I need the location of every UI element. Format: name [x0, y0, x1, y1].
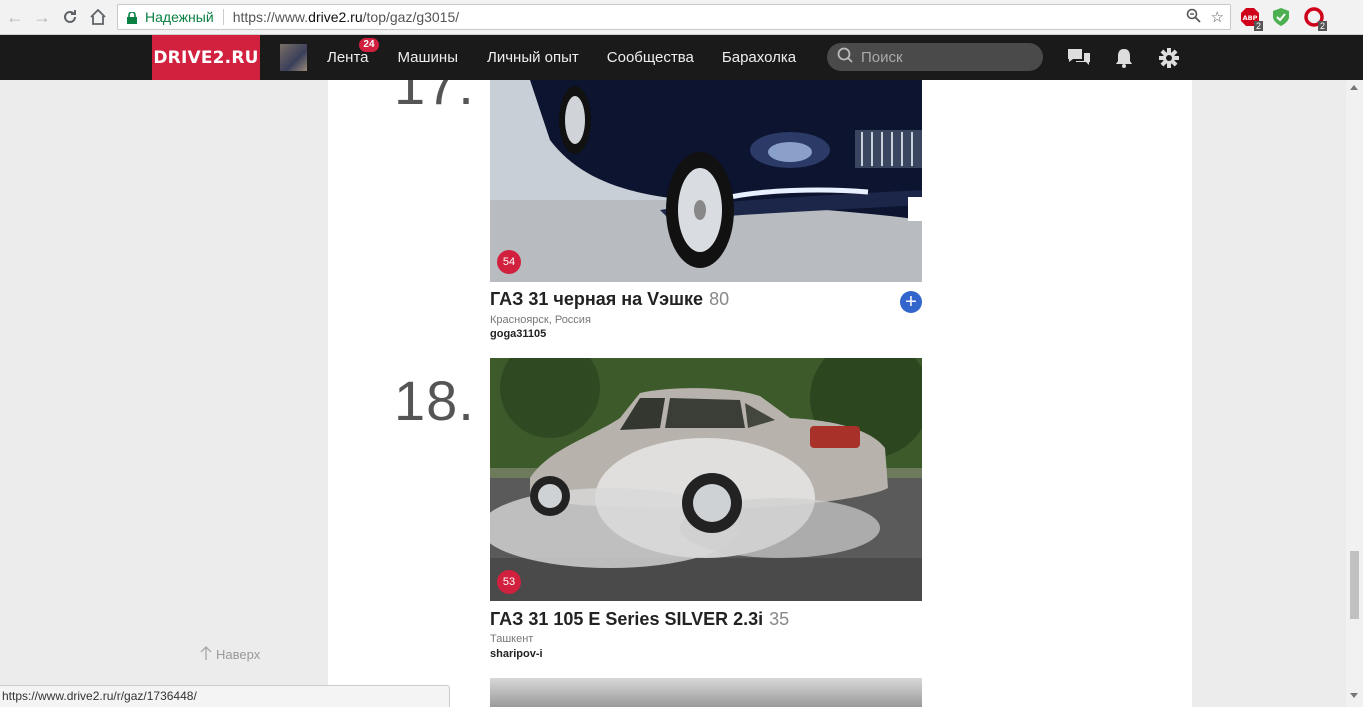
back-icon[interactable]: ←: [4, 6, 26, 28]
arrow-up-icon: [200, 645, 212, 664]
car-rating-count: 35: [769, 609, 790, 629]
car-photo[interactable]: 53: [490, 358, 922, 601]
car-title[interactable]: ГАЗ 31 черная на Vэшке 80: [490, 289, 729, 310]
menu-item-feed[interactable]: Лента 24: [327, 38, 379, 66]
top-list: 17. 54 ГАЗ 31 черная на Vэшке 80 + Красно…: [328, 80, 1192, 707]
address-bar[interactable]: Надежный https://www.drive2.ru/top/gaz/g…: [117, 4, 1231, 30]
lock-icon: [127, 11, 137, 24]
car-rating-count: 80: [709, 289, 730, 309]
secure-label: Надежный: [145, 9, 214, 25]
car-city: Ташкент: [490, 633, 534, 645]
feed-count-badge: 24: [359, 38, 379, 52]
abp-count: 2: [1253, 21, 1263, 31]
car-owner[interactable]: sharipov-i: [490, 648, 543, 660]
menu-item-experience[interactable]: Личный опыт: [487, 49, 579, 66]
opera-count: 2: [1317, 21, 1327, 31]
search-icon: [837, 47, 853, 68]
scroll-up-arrow-icon[interactable]: [1350, 85, 1358, 90]
bookmark-star-icon[interactable]: ☆: [1211, 8, 1224, 27]
scrollbar[interactable]: [1346, 80, 1363, 707]
car-city: Красноярск, Россия: [490, 314, 591, 326]
back-to-top-link[interactable]: Наверх: [200, 645, 260, 664]
menu-item-communities[interactable]: Сообщества: [607, 49, 694, 66]
shield-extension-icon[interactable]: [1272, 7, 1292, 27]
url-text[interactable]: https://www.drive2.ru/top/gaz/g3015/: [233, 9, 459, 25]
browser-toolbar: ← → Надежный https://www.drive2.ru/top/g…: [0, 0, 1363, 35]
menu-item-cars[interactable]: Машины: [398, 49, 458, 66]
adblock-extension-icon[interactable]: ABP 2: [1240, 7, 1263, 31]
link-status-bar: https://www.drive2.ru/r/gaz/1736448/: [0, 685, 450, 707]
search-input[interactable]: [859, 47, 1033, 67]
omnibox-separator: [222, 9, 224, 25]
scroll-down-arrow-icon[interactable]: [1350, 693, 1358, 698]
photo-count-badge: 53: [497, 570, 521, 594]
search-box[interactable]: [827, 43, 1043, 71]
photo-count-badge: 54: [497, 250, 521, 274]
reload-icon[interactable]: [59, 6, 81, 28]
site-header: DRIVE2.RU Лента 24 Машины Личный опыт Соо…: [0, 35, 1363, 80]
back-to-top-label: Наверх: [216, 647, 261, 662]
avatar[interactable]: [280, 44, 307, 71]
scrollbar-thumb[interactable]: [1350, 551, 1359, 619]
bell-icon[interactable]: [1114, 47, 1138, 69]
main-menu: Лента 24 Машины Личный опыт Сообщества Ба…: [327, 35, 796, 80]
opera-extension-icon[interactable]: 2: [1304, 7, 1327, 31]
car-photo[interactable]: [490, 678, 922, 707]
car-owner[interactable]: goga31105: [490, 328, 546, 340]
subscribe-plus-button[interactable]: +: [900, 291, 922, 313]
rank-number: 18.: [394, 369, 475, 432]
car-photo[interactable]: 54: [490, 80, 922, 282]
gear-icon[interactable]: [1158, 47, 1182, 69]
zoom-icon[interactable]: [1186, 8, 1201, 27]
menu-item-market[interactable]: Барахолка: [722, 49, 796, 66]
rank-number: 17.: [394, 80, 475, 116]
home-icon[interactable]: [87, 6, 109, 28]
forward-icon[interactable]: →: [31, 6, 53, 28]
site-logo[interactable]: DRIVE2.RU: [152, 35, 260, 80]
car-title[interactable]: ГАЗ 31 105 E Series SILVER 2.3i 35: [490, 609, 789, 630]
messages-icon[interactable]: [1066, 47, 1090, 69]
